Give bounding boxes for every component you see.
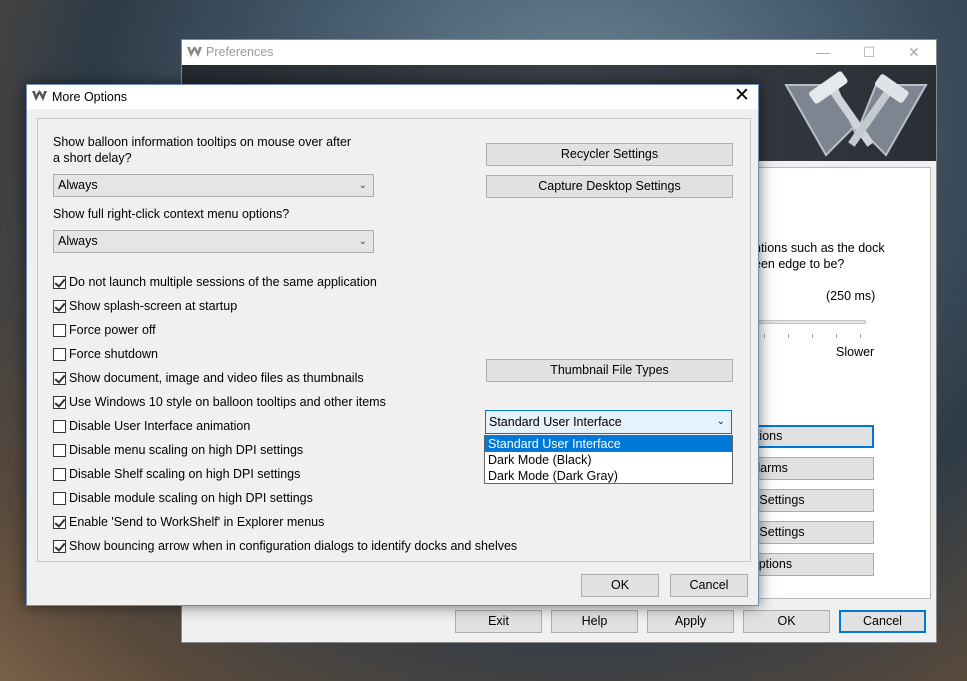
checkbox-checked[interactable] bbox=[53, 395, 66, 409]
checkbox-checked[interactable] bbox=[53, 515, 66, 529]
option-checkbox-label: Show splash-screen at startup bbox=[69, 299, 238, 313]
panel-description-line1: ntions such as the dock bbox=[754, 241, 885, 255]
option-checkbox-row[interactable]: Show document, image and video files as … bbox=[53, 370, 364, 386]
slider-tick bbox=[788, 334, 789, 338]
slider-tick bbox=[836, 334, 837, 338]
option-checkbox-label: Use Windows 10 style on balloon tooltips… bbox=[69, 395, 386, 409]
capture-desktop-settings-button[interactable]: Capture Desktop Settings bbox=[486, 175, 733, 198]
checkbox-unchecked[interactable] bbox=[53, 467, 66, 481]
panel-description-line2: een edge to be? bbox=[754, 257, 845, 271]
option-checkbox-label: Do not launch multiple sessions of the s… bbox=[69, 275, 377, 289]
thumbnail-file-types-button[interactable]: Thumbnail File Types bbox=[486, 359, 733, 382]
close-button[interactable]: ✕ bbox=[891, 40, 937, 65]
tooltip-setting-label-line2: a short delay? bbox=[53, 151, 132, 165]
option-checkbox-row[interactable]: Show bouncing arrow when in configuratio… bbox=[53, 538, 517, 554]
slider-tick bbox=[860, 334, 861, 338]
checkbox-unchecked[interactable] bbox=[53, 491, 66, 505]
context-menu-select[interactable]: Always ⌄ bbox=[53, 230, 374, 253]
exit-button[interactable]: Exit bbox=[455, 610, 542, 633]
checkbox-unchecked[interactable] bbox=[53, 347, 66, 361]
ui-style-select[interactable]: Standard User Interface ⌄ bbox=[485, 410, 732, 434]
dialog-title: More Options bbox=[52, 90, 128, 104]
dialog-cancel-button[interactable]: Cancel bbox=[670, 574, 748, 597]
alarms-button[interactable]: Alarms bbox=[742, 457, 874, 480]
ui-style-select-value: Standard User Interface bbox=[489, 415, 622, 429]
ui-style-option-dark-black[interactable]: Dark Mode (Black) bbox=[485, 452, 732, 468]
dialog-close-button[interactable]: ✕ bbox=[726, 85, 758, 109]
option-checkbox-label: Force shutdown bbox=[69, 347, 158, 361]
option-checkbox-row[interactable]: Disable Shelf scaling on high DPI settin… bbox=[53, 466, 300, 482]
option-checkbox-row[interactable]: Disable module scaling on high DPI setti… bbox=[53, 490, 313, 506]
option-checkbox-row[interactable]: Force shutdown bbox=[53, 346, 158, 362]
option-checkbox-label: Force power off bbox=[69, 323, 156, 337]
context-menu-select-value: Always bbox=[58, 234, 98, 248]
settings-button-1[interactable]: p Settings bbox=[742, 489, 874, 512]
preferences-titlebar[interactable]: Preferences — ☐ ✕ bbox=[182, 40, 936, 65]
chevron-down-icon: ⌄ bbox=[358, 236, 367, 247]
checkbox-unchecked[interactable] bbox=[53, 323, 66, 337]
dialog-ok-button[interactable]: OK bbox=[581, 574, 659, 597]
option-checkbox-row[interactable]: Show splash-screen at startup bbox=[53, 298, 237, 314]
option-checkbox-row[interactable]: Disable User Interface animation bbox=[53, 418, 250, 434]
workshelf-app-icon bbox=[32, 90, 47, 101]
checkbox-checked[interactable] bbox=[53, 275, 66, 289]
options-group: Show balloon information tooltips on mou… bbox=[37, 118, 751, 562]
option-checkbox-label: Show bouncing arrow when in configuratio… bbox=[69, 539, 518, 553]
checkbox-checked[interactable] bbox=[53, 539, 66, 553]
checkbox-checked[interactable] bbox=[53, 299, 66, 313]
workshelf-app-icon bbox=[187, 46, 202, 57]
ui-style-option-dark-gray[interactable]: Dark Mode (Dark Gray) bbox=[485, 468, 732, 484]
minimize-button[interactable]: — bbox=[800, 40, 846, 65]
option-checkbox-label: Enable 'Send to WorkShelf' in Explorer m… bbox=[69, 515, 325, 529]
preferences-ok-button[interactable]: OK bbox=[743, 610, 830, 633]
settings-button-2[interactable]: e Settings bbox=[742, 521, 874, 544]
ui-style-option-standard[interactable]: Standard User Interface bbox=[485, 436, 732, 452]
tooltip-setting-label-line1: Show balloon information tooltips on mou… bbox=[53, 135, 352, 149]
preferences-panel: ntions such as the dock een edge to be? … bbox=[742, 167, 931, 599]
slider-tick bbox=[764, 334, 765, 338]
option-checkbox-label: Disable User Interface animation bbox=[69, 419, 251, 433]
delay-slider-track[interactable] bbox=[754, 320, 866, 324]
tooltip-delay-select-value: Always bbox=[58, 178, 98, 192]
option-checkbox-label: Disable Shelf scaling on high DPI settin… bbox=[69, 467, 301, 481]
checkbox-unchecked[interactable] bbox=[53, 419, 66, 433]
more-options-button[interactable]: Options bbox=[742, 553, 874, 576]
option-checkbox-label: Show document, image and video files as … bbox=[69, 371, 364, 385]
apply-button[interactable]: Apply bbox=[647, 610, 734, 633]
ui-style-dropdown-list: Standard User Interface Dark Mode (Black… bbox=[484, 435, 733, 484]
option-checkbox-row[interactable]: Use Windows 10 style on balloon tooltips… bbox=[53, 394, 386, 410]
preferences-title: Preferences bbox=[206, 45, 274, 59]
chevron-down-icon: ⌄ bbox=[716, 416, 725, 427]
dialog-titlebar[interactable]: More Options ✕ bbox=[27, 85, 758, 109]
checkbox-unchecked[interactable] bbox=[53, 443, 66, 457]
option-checkbox-row[interactable]: Do not launch multiple sessions of the s… bbox=[53, 274, 377, 290]
preferences-cancel-button[interactable]: Cancel bbox=[839, 610, 926, 633]
tooltip-delay-select[interactable]: Always ⌄ bbox=[53, 174, 374, 197]
slider-slower-label: Slower bbox=[836, 345, 875, 359]
options-button[interactable]: ptions bbox=[742, 425, 874, 448]
option-checkbox-label: Disable menu scaling on high DPI setting… bbox=[69, 443, 304, 457]
option-checkbox-row[interactable]: Enable 'Send to WorkShelf' in Explorer m… bbox=[53, 514, 324, 530]
delay-value-label: (250 ms) bbox=[826, 289, 876, 303]
workshelf-logo-icon bbox=[784, 71, 928, 157]
option-checkbox-row[interactable]: Force power off bbox=[53, 322, 156, 338]
help-button[interactable]: Help bbox=[551, 610, 638, 633]
maximize-button[interactable]: ☐ bbox=[846, 40, 892, 65]
more-options-dialog: More Options ✕ Show balloon information … bbox=[26, 84, 759, 606]
checkbox-checked[interactable] bbox=[53, 371, 66, 385]
context-menu-label: Show full right-click context menu optio… bbox=[53, 207, 290, 221]
recycler-settings-button[interactable]: Recycler Settings bbox=[486, 143, 733, 166]
chevron-down-icon: ⌄ bbox=[358, 180, 367, 191]
option-checkbox-label: Disable module scaling on high DPI setti… bbox=[69, 491, 313, 505]
slider-tick bbox=[812, 334, 813, 338]
option-checkbox-row[interactable]: Disable menu scaling on high DPI setting… bbox=[53, 442, 303, 458]
